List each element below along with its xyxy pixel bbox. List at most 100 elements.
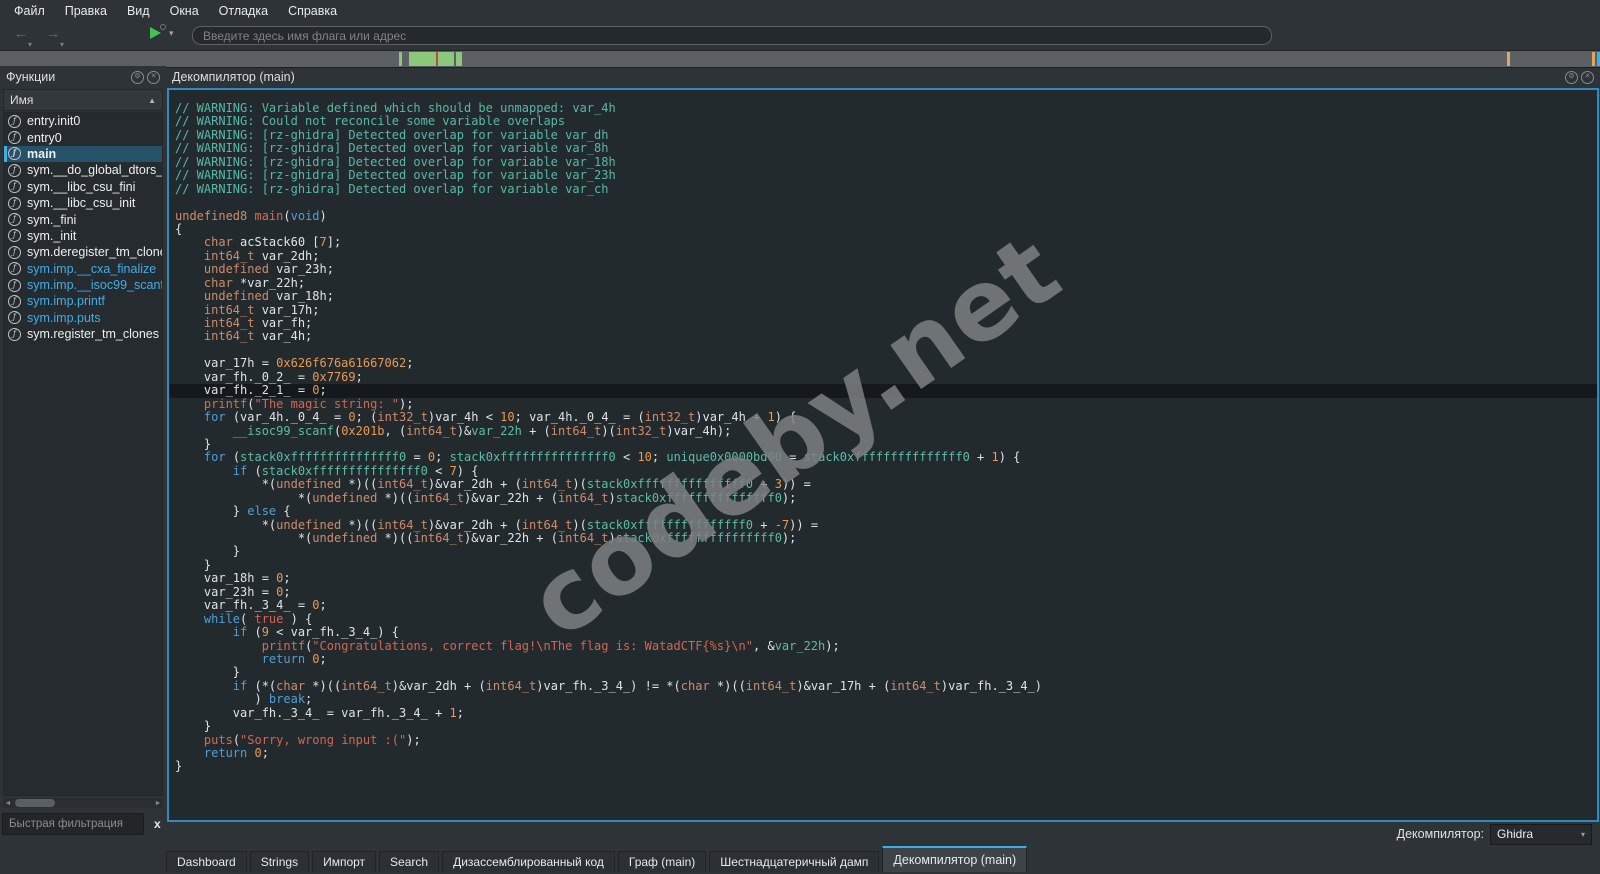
code-line: var_fh._2_1_ = 0;: [169, 384, 1597, 397]
functions-panel-title: Функции: [6, 70, 55, 84]
function-name: sym.__libc_csu_fini: [27, 180, 135, 194]
code-line: for (stack0xfffffffffffffff0 = 0; stack0…: [169, 451, 1597, 464]
debug-start-icon[interactable]: [150, 27, 161, 39]
function-list-item[interactable]: ƒsym.__do_global_dtors_aux: [4, 162, 162, 178]
seek-tick: [1507, 52, 1510, 66]
seek-tick: [436, 52, 438, 66]
code-line: [169, 344, 1597, 357]
bottom-tab[interactable]: Граф (main): [618, 851, 706, 872]
forward-arrow-icon: →: [46, 25, 61, 42]
function-name: sym.__libc_csu_init: [27, 196, 135, 210]
function-name: entry.init0: [27, 114, 80, 128]
function-icon: ƒ: [8, 311, 21, 324]
seek-tick: [1592, 52, 1595, 66]
decompiler-panel: Декомпилятор (main) ⚙ ✕ // WARNING: Vari…: [166, 66, 1600, 822]
code-line: // WARNING: [rz-ghidra] Detected overlap…: [169, 156, 1597, 169]
function-name: sym.register_tm_clones: [27, 327, 159, 341]
horizontal-scrollbar[interactable]: ◄ ►: [3, 798, 163, 808]
function-name: entry0: [27, 131, 62, 145]
function-name: main: [27, 147, 56, 161]
clear-filter-button[interactable]: x: [154, 817, 161, 831]
code-line: if (9 < var_fh._3_4_) {: [169, 626, 1597, 639]
code-area[interactable]: // WARNING: Variable defined which shoul…: [169, 90, 1597, 820]
tab-bar: DashboardStringsИмпортSearchДизассемблир…: [166, 846, 1600, 872]
bottom-tab[interactable]: Импорт: [312, 851, 376, 872]
function-list-item[interactable]: ƒsym.imp.__isoc99_scanf: [4, 277, 162, 293]
function-name: sym.imp.puts: [27, 311, 101, 325]
seek-segment: [438, 52, 454, 66]
function-icon: ƒ: [8, 213, 21, 226]
code-line: var_17h = 0x626f676a61667062;: [169, 357, 1597, 370]
bottom-tab[interactable]: Декомпилятор (main): [882, 846, 1027, 872]
function-list-item[interactable]: ƒsym.imp.printf: [4, 293, 162, 309]
menu-item[interactable]: Файл: [4, 1, 55, 21]
code-line: printf("The magic string: ");: [169, 398, 1597, 411]
panel-close-icon[interactable]: ✕: [1581, 71, 1594, 84]
decompiler-select-label: Декомпилятор:: [1397, 827, 1484, 841]
function-icon: ƒ: [8, 115, 21, 128]
scroll-thumb[interactable]: [15, 799, 55, 807]
code-line: }: [169, 760, 1597, 773]
function-list-item[interactable]: ƒentry0: [4, 129, 162, 145]
function-icon: ƒ: [8, 262, 21, 275]
seek-segment: [409, 52, 437, 66]
menu-item[interactable]: Вид: [117, 1, 160, 21]
function-list-item[interactable]: ƒmain: [4, 146, 162, 162]
code-line: var_fh._3_4_ = 0;: [169, 599, 1597, 612]
menu-item[interactable]: Справка: [278, 1, 347, 21]
menu-item[interactable]: Правка: [55, 1, 117, 21]
bottom-tab[interactable]: Search: [379, 851, 439, 872]
code-line: if (stack0xfffffffffffffff0 < 7) {: [169, 465, 1597, 478]
code-line: printf("Congratulations, correct flag!\n…: [169, 640, 1597, 653]
back-arrow-icon: ←: [14, 25, 29, 42]
forward-button[interactable]: → ▾: [40, 25, 66, 45]
code-line: var_23h = 0;: [169, 586, 1597, 599]
function-list-item[interactable]: ƒsym._fini: [4, 211, 162, 227]
panel-menu-icon[interactable]: ⚙: [1565, 71, 1578, 84]
function-icon: ƒ: [8, 279, 21, 292]
code-line: return 0;: [169, 653, 1597, 666]
back-history-caret-icon: ▾: [28, 40, 32, 49]
quick-filter-input[interactable]: [2, 813, 144, 835]
function-list-item[interactable]: ƒsym.__libc_csu_fini: [4, 179, 162, 195]
code-line: puts("Sorry, wrong input :(");: [169, 734, 1597, 747]
code-line: *(undefined *)((int64_t)&var_2dh + (int6…: [169, 478, 1597, 491]
function-name: sym._init: [27, 229, 76, 243]
code-line: if (*(char *)((int64_t)&var_2dh + (int64…: [169, 680, 1597, 693]
bottom-tab[interactable]: Strings: [250, 851, 309, 872]
function-list-item[interactable]: ƒsym.__libc_csu_init: [4, 195, 162, 211]
back-button[interactable]: ← ▾: [8, 25, 34, 45]
scroll-left-icon[interactable]: ◄: [3, 800, 13, 807]
seek-segment: [399, 52, 402, 66]
panel-menu-icon[interactable]: ⚙: [131, 71, 144, 84]
bottom-tab[interactable]: Dashboard: [166, 851, 247, 872]
code-line: int64_t var_4h;: [169, 330, 1597, 343]
code-line: for (var_4h._0_4_ = 0; (int32_t)var_4h <…: [169, 411, 1597, 424]
bottom-tab[interactable]: Шестнадцатеричный дамп: [709, 851, 879, 872]
function-list-item[interactable]: ƒ entry.init0: [4, 113, 162, 129]
menu-item[interactable]: Окна: [160, 1, 209, 21]
code-line: var_fh._3_4_ = var_fh._3_4_ + 1;: [169, 707, 1597, 720]
function-list-item[interactable]: ƒ sym.imp.puts: [4, 310, 162, 326]
debug-options-caret-icon[interactable]: ▾: [169, 28, 174, 39]
forward-history-caret-icon: ▾: [60, 40, 64, 49]
panel-close-icon[interactable]: ✕: [147, 71, 160, 84]
bottom-tab[interactable]: Дизассемблированный код: [442, 851, 615, 872]
function-list-item[interactable]: ƒsym.imp.__cxa_finalize: [4, 261, 162, 277]
code-line: }: [169, 438, 1597, 451]
menu-item[interactable]: Отладка: [209, 1, 278, 21]
decompiler-panel-title: Декомпилятор (main): [172, 70, 295, 84]
code-line: *(undefined *)((int64_t)&var_2dh + (int6…: [169, 519, 1597, 532]
functions-panel-titlebar: Функции ⚙ ✕: [0, 66, 166, 88]
scroll-right-icon[interactable]: ►: [153, 800, 163, 807]
name-column-header[interactable]: Имя ▲: [3, 89, 163, 111]
code-line: int64_t var_fh;: [169, 317, 1597, 330]
function-list-item[interactable]: ƒsym.deregister_tm_clones: [4, 244, 162, 260]
code-line: int64_t var_17h;: [169, 304, 1597, 317]
function-list-item[interactable]: ƒsym.register_tm_clones: [4, 326, 162, 342]
flag-address-search-input[interactable]: [192, 26, 1272, 45]
code-line: // WARNING: [rz-ghidra] Detected overlap…: [169, 183, 1597, 196]
decompiler-select[interactable]: Ghidra ▾: [1490, 824, 1592, 845]
function-list-item[interactable]: ƒsym._init: [4, 228, 162, 244]
cutter-window: ФайлПравкаВидОкнаОтладкаСправка ← ▾ → ▾ …: [0, 0, 1600, 874]
